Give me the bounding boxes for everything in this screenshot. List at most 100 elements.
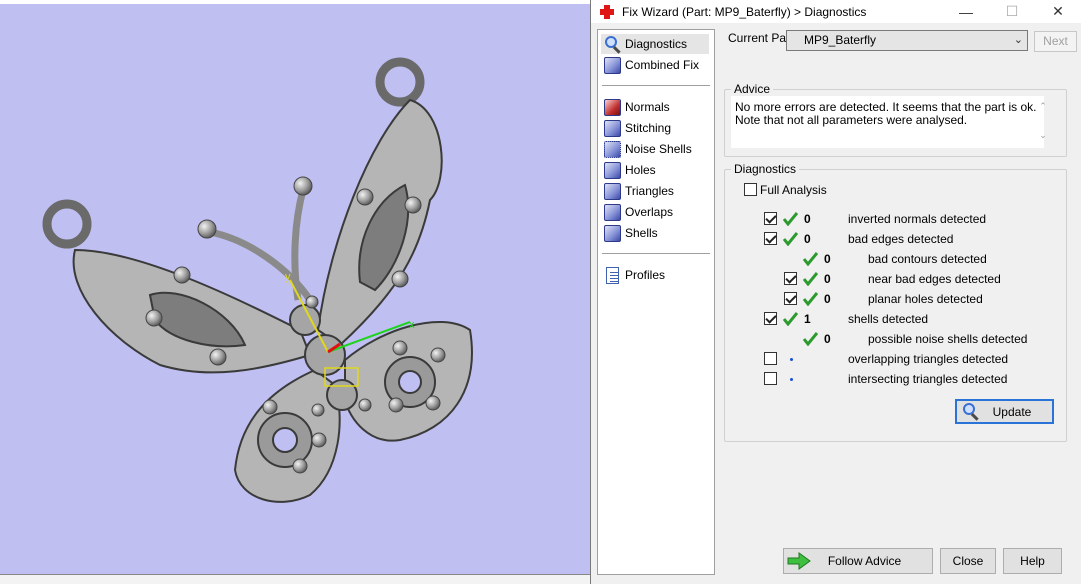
nav-divider — [602, 85, 710, 86]
nav-item-overlaps[interactable]: Overlaps — [601, 202, 709, 222]
planar-holes-count: 0 — [824, 292, 831, 306]
green-check-icon — [803, 272, 818, 286]
nav-item-label: Noise Shells — [625, 142, 692, 156]
green-check-icon — [803, 292, 818, 306]
scroll-up-icon[interactable]: ⌃ — [1036, 101, 1050, 112]
near-bad-edges-label: near bad edges detected — [868, 272, 1001, 286]
butterfly-model[interactable]: x y — [0, 0, 592, 584]
green-arrow-icon — [787, 552, 811, 570]
nav-item-label: Combined Fix — [625, 58, 700, 72]
intersecting-triangles-label: intersecting triangles detected — [848, 372, 1008, 386]
advice-text-line2: Note that not all parameters were analys… — [735, 113, 968, 127]
nav-item-label: Profiles — [625, 268, 666, 282]
green-check-icon — [783, 212, 798, 226]
3d-viewport[interactable]: x y — [0, 0, 592, 584]
advice-scrollbar[interactable]: ⌃ ⌄ — [1036, 101, 1050, 147]
nav-item-label: Diagnostics — [625, 37, 688, 51]
shells-count: 1 — [804, 312, 811, 326]
nav-item-label: Overlaps — [625, 205, 674, 219]
noise-shells-count: 0 — [824, 332, 831, 346]
triangles-icon — [604, 182, 621, 200]
nav-item-triangles[interactable]: Triangles — [601, 181, 709, 201]
inverted-normals-count: 0 — [804, 212, 811, 226]
green-check-icon — [783, 232, 798, 246]
current-part-select[interactable]: MP9_Baterfly ⌄ — [786, 30, 1028, 51]
nav-item-label: Shells — [625, 226, 658, 240]
green-check-icon — [803, 332, 818, 346]
close-window-button[interactable]: ✕ — [1035, 0, 1081, 23]
nav-item-holes[interactable]: Holes — [601, 160, 709, 180]
bad-contours-label: bad contours detected — [868, 252, 987, 266]
minimize-button[interactable]: — — [943, 0, 989, 23]
near-bad-edges-checkbox[interactable] — [784, 272, 797, 285]
help-button[interactable]: Help — [1003, 548, 1062, 574]
current-part-value: MP9_Baterfly — [804, 33, 877, 47]
shells-checkbox[interactable] — [764, 312, 777, 325]
cube-red-icon — [604, 98, 621, 116]
window-title: Fix Wizard (Part: MP9_Baterfly) > Diagno… — [622, 4, 867, 19]
advice-title: Advice — [731, 82, 774, 96]
shells-icon — [604, 224, 621, 242]
overlapping-triangles-checkbox[interactable] — [764, 352, 777, 365]
chevron-down-icon: ⌄ — [1013, 34, 1023, 46]
nav-item-combined-fix[interactable]: Combined Fix — [601, 55, 709, 75]
planar-holes-checkbox[interactable] — [784, 292, 797, 305]
overlaps-icon — [604, 203, 621, 221]
nav-item-label: Holes — [625, 163, 656, 177]
next-button[interactable]: Next — [1034, 31, 1077, 52]
advice-text-box[interactable]: No more errors are detected. It seems th… — [731, 96, 1044, 148]
red-cross-icon — [599, 4, 615, 20]
viewport-ruler — [0, 574, 592, 584]
cube-holes-icon — [604, 161, 621, 179]
nav-item-label: Stitching — [625, 121, 672, 135]
full-analysis-label: Full Analysis — [760, 183, 827, 197]
update-button[interactable]: Update — [955, 399, 1054, 424]
bad-edges-count: 0 — [804, 232, 811, 246]
near-bad-edges-count: 0 — [824, 272, 831, 286]
document-icon — [606, 266, 619, 284]
nav-item-stitching[interactable]: Stitching — [601, 118, 709, 138]
nav-item-label: Triangles — [625, 184, 674, 198]
nav-item-label: Normals — [625, 100, 670, 114]
magnifier-icon — [962, 402, 982, 421]
magnifier-icon — [604, 35, 621, 54]
advice-text-line1: No more errors are detected. It seems th… — [735, 100, 1037, 114]
blue-dot-icon — [790, 358, 793, 361]
nav-item-noise-shells[interactable]: Noise Shells — [601, 139, 709, 159]
maximize-button[interactable]: ☐ — [989, 0, 1035, 23]
noise-shells-label: possible noise shells detected — [868, 332, 1028, 346]
follow-advice-button[interactable]: Follow Advice — [783, 548, 933, 574]
fix-wizard-dialog: Fix Wizard (Part: MP9_Baterfly) > Diagno… — [590, 0, 1081, 584]
intersecting-triangles-checkbox[interactable] — [764, 372, 777, 385]
update-button-label: Update — [992, 404, 1032, 419]
butterfly-shape — [42, 57, 473, 503]
nav-item-diagnostics[interactable]: Diagnostics — [601, 34, 709, 54]
green-check-icon — [783, 312, 798, 326]
shells-label: shells detected — [848, 312, 929, 326]
title-bar[interactable]: Fix Wizard (Part: MP9_Baterfly) > Diagno… — [591, 0, 1081, 23]
blue-dot-icon — [790, 378, 793, 381]
scroll-down-icon[interactable]: ⌄ — [1036, 130, 1050, 141]
nav-item-shells[interactable]: Shells — [601, 223, 709, 243]
bad-contours-count: 0 — [824, 252, 831, 266]
planar-holes-label: planar holes detected — [868, 292, 983, 306]
bad-edges-checkbox[interactable] — [764, 232, 777, 245]
nav-item-normals[interactable]: Normals — [601, 97, 709, 117]
full-analysis-checkbox[interactable] — [744, 183, 757, 196]
close-button[interactable]: Close — [940, 548, 996, 574]
nav-item-profiles[interactable]: Profiles — [601, 265, 709, 285]
axis-y-label: y — [285, 271, 291, 283]
nav-divider — [602, 253, 710, 254]
fix-wizard-nav: Diagnostics Combined Fix Normals Stitchi… — [597, 29, 715, 575]
axis-x-label: x — [409, 319, 415, 331]
inverted-normals-label: inverted normals detected — [848, 212, 987, 226]
noise-shells-icon — [604, 140, 621, 158]
cube-icon — [604, 56, 621, 74]
overlapping-triangles-label: overlapping triangles detected — [848, 352, 1009, 366]
follow-advice-label: Follow Advice — [827, 554, 902, 568]
diagnostics-title: Diagnostics — [731, 162, 800, 176]
bad-edges-label: bad edges detected — [848, 232, 954, 246]
inverted-normals-checkbox[interactable] — [764, 212, 777, 225]
cube-stitch-icon — [604, 119, 621, 137]
green-check-icon — [803, 252, 818, 266]
